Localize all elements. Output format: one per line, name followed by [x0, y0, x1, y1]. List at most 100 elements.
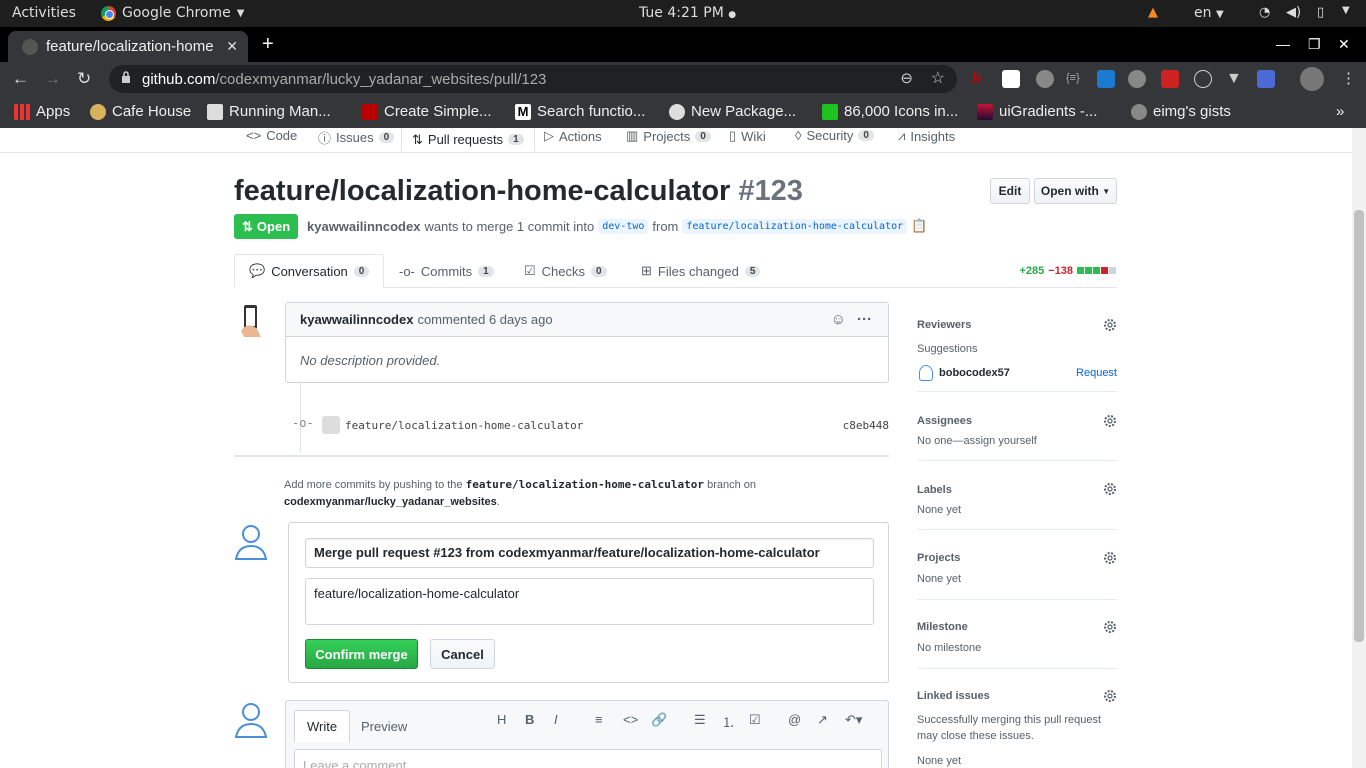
bookmarks-overflow-icon[interactable]: » [1336, 103, 1344, 120]
new-tab-button[interactable]: + [262, 33, 274, 56]
battery-icon[interactable]: ▯ [1317, 5, 1324, 20]
commit-sha[interactable]: c8eb448 [843, 419, 889, 432]
bookmark-star-icon[interactable]: ☆ [931, 68, 945, 88]
request-review-link[interactable]: Request [1076, 365, 1117, 381]
extension-save-icon[interactable] [1257, 70, 1275, 88]
cancel-button[interactable]: Cancel [430, 639, 495, 669]
repo-nav-pull-requests[interactable]: ⇅ Pull requests 1 [401, 128, 535, 151]
italic-icon[interactable]: I [554, 712, 558, 727]
edit-button[interactable]: Edit [990, 178, 1030, 204]
gear-icon[interactable] [1103, 318, 1117, 332]
bookmark-create-simple[interactable]: Create Simple... [362, 103, 492, 120]
head-branch[interactable]: feature/localization-home-calculator [682, 218, 908, 234]
activities-button[interactable]: Activities [12, 5, 76, 21]
tab-preview[interactable]: Preview [349, 710, 419, 742]
author-link[interactable]: kyawwailinncodex [307, 219, 420, 234]
gear-icon[interactable] [1103, 414, 1117, 428]
gear-icon[interactable] [1103, 689, 1117, 703]
wifi-icon[interactable]: ◔ [1259, 5, 1270, 20]
push-repo[interactable]: codexmyanmar/lucky_yadanar_websites [284, 496, 497, 508]
task-list-icon[interactable]: ☑ [749, 712, 761, 728]
reload-icon[interactable]: ↻ [77, 69, 91, 89]
maximize-icon[interactable]: ❐ [1308, 36, 1321, 53]
extension-h-icon[interactable]: h [972, 70, 990, 88]
assign-yourself-link[interactable]: No one—assign yourself [917, 433, 1037, 449]
tab-conversation[interactable]: 💬 Conversation 0 [234, 254, 385, 288]
gear-icon[interactable] [1103, 551, 1117, 565]
code-icon[interactable]: <> [623, 712, 638, 727]
bold-icon[interactable]: B [525, 712, 534, 727]
bookmark-eimg-gists[interactable]: eimg's gists [1131, 103, 1231, 120]
reply-icon[interactable]: ↶▾ [845, 712, 862, 728]
language-indicator[interactable]: en ▼ [1194, 5, 1224, 21]
repo-nav-actions[interactable]: ▷ Actions [544, 128, 602, 144]
bookmark-search-function[interactable]: M Search functio... [515, 103, 645, 120]
menu-kebab-icon[interactable]: ⋮ [1341, 69, 1356, 87]
browser-tab[interactable]: feature/localization-home-calculator ✕ [8, 31, 248, 62]
extension-off-icon[interactable] [1036, 70, 1054, 88]
tab-commits[interactable]: -o- Commits 1 [399, 254, 494, 288]
extension-v-icon[interactable]: ▼ [1226, 70, 1244, 88]
merge-message-textarea[interactable]: feature/localization-home-calculator [305, 578, 874, 625]
open-with-button[interactable]: Open with ▼ [1034, 178, 1117, 204]
comment-timestamp[interactable]: commented 6 days ago [417, 312, 552, 327]
quote-icon[interactable]: ≡ [595, 712, 603, 727]
bullet-list-icon[interactable]: ☰ [694, 712, 706, 728]
scrollbar-thumb[interactable] [1354, 210, 1364, 642]
close-tab-icon[interactable]: ✕ [226, 38, 238, 55]
address-bar[interactable]: github.com/codexmyanmar/lucky_yadanar_we… [109, 65, 957, 93]
mention-icon[interactable]: @ [788, 712, 801, 727]
gear-icon[interactable] [1103, 482, 1117, 496]
clipboard-icon[interactable]: 📋 [911, 218, 927, 234]
bookmark-apps[interactable]: Apps [14, 103, 70, 120]
extension-bulb-icon[interactable] [1194, 70, 1212, 88]
commit-message[interactable]: feature/localization-home-calculator [345, 419, 583, 432]
bookmark-cafe-house[interactable]: Cafe House [90, 103, 191, 120]
page-scrollbar[interactable] [1352, 128, 1366, 768]
gear-icon[interactable] [1103, 620, 1117, 634]
merge-title-input[interactable]: Merge pull request #123 from codexmyanma… [305, 538, 874, 568]
bookmark-uigradients[interactable]: uiGradients -... [977, 103, 1097, 120]
system-menu-icon[interactable]: ▼ [1342, 5, 1350, 16]
repo-nav-projects[interactable]: ▥ Projects 0 [626, 128, 711, 144]
back-icon[interactable]: ← [12, 69, 29, 89]
zoom-icon[interactable]: ⊖ [900, 69, 913, 87]
repo-nav-issues[interactable]: ⓘ Issues 0 [318, 128, 395, 147]
vlc-icon[interactable]: ▲ [1148, 5, 1158, 20]
comment-textarea[interactable]: Leave a comment [294, 749, 882, 768]
bookmark-running-man[interactable]: Running Man... [207, 103, 331, 120]
cross-reference-icon[interactable]: ↗ [817, 712, 828, 728]
tab-write[interactable]: Write [294, 710, 351, 742]
extension-s-icon[interactable] [1097, 70, 1115, 88]
volume-icon[interactable]: ◀) [1286, 5, 1301, 20]
tab-files-changed[interactable]: ⊞ Files changed 5 [641, 254, 761, 288]
labels-section: Labels None yet [917, 462, 1117, 530]
repo-nav-insights[interactable]: ⩘ Insights [898, 128, 955, 144]
tab-checks[interactable]: ☑ Checks 0 [524, 254, 607, 288]
minimize-icon[interactable]: — [1276, 36, 1290, 52]
forward-icon[interactable]: → [44, 69, 61, 89]
extension-braces-icon[interactable]: {≡} [1066, 72, 1084, 90]
more-options-icon[interactable]: ··· [857, 311, 872, 328]
repo-nav-wiki[interactable]: ▯ Wiki [729, 128, 766, 144]
extension-icon[interactable] [1002, 70, 1020, 88]
extension-off2-icon[interactable] [1128, 70, 1146, 88]
bookmark-new-package[interactable]: New Package... [669, 103, 796, 120]
repo-nav-security[interactable]: ◊ Security 0 [795, 128, 874, 143]
extension-red-icon[interactable] [1161, 70, 1179, 88]
close-window-icon[interactable]: ✕ [1338, 36, 1350, 53]
profile-avatar[interactable] [1300, 67, 1324, 91]
comment-author[interactable]: kyawwailinncodex [300, 312, 413, 327]
heading-icon[interactable]: H [497, 712, 506, 727]
emoji-reaction-icon[interactable]: ☺ [831, 311, 846, 328]
clock[interactable]: Tue 4:21 PM ● [639, 5, 736, 21]
base-branch[interactable]: dev-two [598, 218, 649, 234]
app-menu[interactable]: Google Chrome ▼ [101, 5, 244, 21]
suggested-reviewer[interactable]: bobocodex57 [939, 365, 1010, 381]
link-icon[interactable]: 🔗 [651, 712, 667, 728]
bookmark-icons[interactable]: 86,000 Icons in... [822, 103, 958, 120]
repo-nav-code[interactable]: <> Code [246, 128, 297, 143]
confirm-merge-button[interactable]: Confirm merge [305, 639, 418, 669]
numbered-list-icon[interactable]: ⒈ [722, 712, 735, 731]
commit-author-avatar[interactable] [322, 416, 340, 434]
